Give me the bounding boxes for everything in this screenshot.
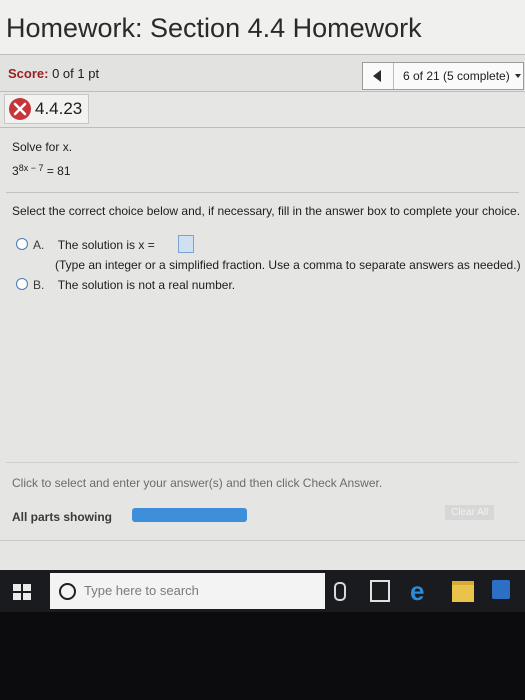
taskbar-search-placeholder: Type here to search xyxy=(84,583,199,598)
check-answer-instructions: Click to select and enter your answer(s)… xyxy=(12,476,383,490)
store-icon[interactable] xyxy=(492,580,510,599)
edge-icon[interactable]: e xyxy=(410,576,424,607)
question-prompt: Solve for x. xyxy=(12,140,73,154)
equation-exponent: 8x − 7 xyxy=(18,163,44,173)
question-progress-text[interactable]: 6 of 21 (5 complete) xyxy=(403,69,510,83)
page-header: Homework: Section 4.4 Homework xyxy=(0,0,525,54)
parts-progress-bar xyxy=(132,508,247,522)
windows-logo-icon[interactable] xyxy=(13,584,31,600)
folder-icon[interactable] xyxy=(452,581,474,602)
equation-rhs: = 81 xyxy=(46,164,71,178)
choice-b[interactable]: B. The solution is not a real number. xyxy=(33,276,235,294)
monitor-bezel xyxy=(0,612,525,700)
choice-instruction: Select the correct choice below and, if … xyxy=(12,204,521,218)
circle-search-icon xyxy=(59,583,76,600)
question-number: 4.4.23 xyxy=(35,99,83,118)
score-label: Score: xyxy=(8,66,49,81)
choice-b-letter: B. xyxy=(33,278,45,292)
question-id-badge: 4.4.23 xyxy=(4,94,90,124)
footer-divider xyxy=(6,462,519,463)
score-value: 0 of 1 pt xyxy=(52,66,100,81)
instruction-divider xyxy=(6,192,519,193)
choice-a[interactable]: A. The solution is x = xyxy=(33,236,155,254)
choice-a-text: The solution is x = xyxy=(57,238,155,252)
equation: 38x − 7 = 81 xyxy=(12,163,71,178)
choice-a-radio[interactable] xyxy=(16,238,28,250)
choice-b-text: The solution is not a real number. xyxy=(57,278,236,292)
taskbar-search-box[interactable]: Type here to search xyxy=(50,573,325,609)
choice-a-hint: (Type an integer or a simplified fractio… xyxy=(55,258,521,272)
chevron-down-icon[interactable] xyxy=(515,74,521,78)
question-divider xyxy=(0,127,525,128)
task-view-icon[interactable] xyxy=(370,580,390,602)
microphone-icon[interactable] xyxy=(334,582,346,601)
choice-b-radio[interactable] xyxy=(16,278,28,290)
answer-input[interactable] xyxy=(178,235,194,253)
clear-all-button[interactable]: Clear All xyxy=(445,505,495,520)
equation-base: 3 xyxy=(12,164,19,178)
parts-label: All parts showing xyxy=(12,510,113,524)
score: Score: 0 of 1 pt xyxy=(8,66,99,81)
choice-a-letter: A. xyxy=(33,238,45,252)
left-triangle-icon[interactable] xyxy=(373,70,381,82)
bottom-divider xyxy=(0,540,525,541)
x-circle-icon xyxy=(9,98,31,120)
question-content xyxy=(0,130,525,560)
nav-separator xyxy=(393,63,394,89)
question-navigator[interactable]: 6 of 21 (5 complete) xyxy=(362,62,524,90)
page-title: Homework: Section 4.4 Homework xyxy=(6,13,422,43)
score-divider xyxy=(0,91,525,92)
